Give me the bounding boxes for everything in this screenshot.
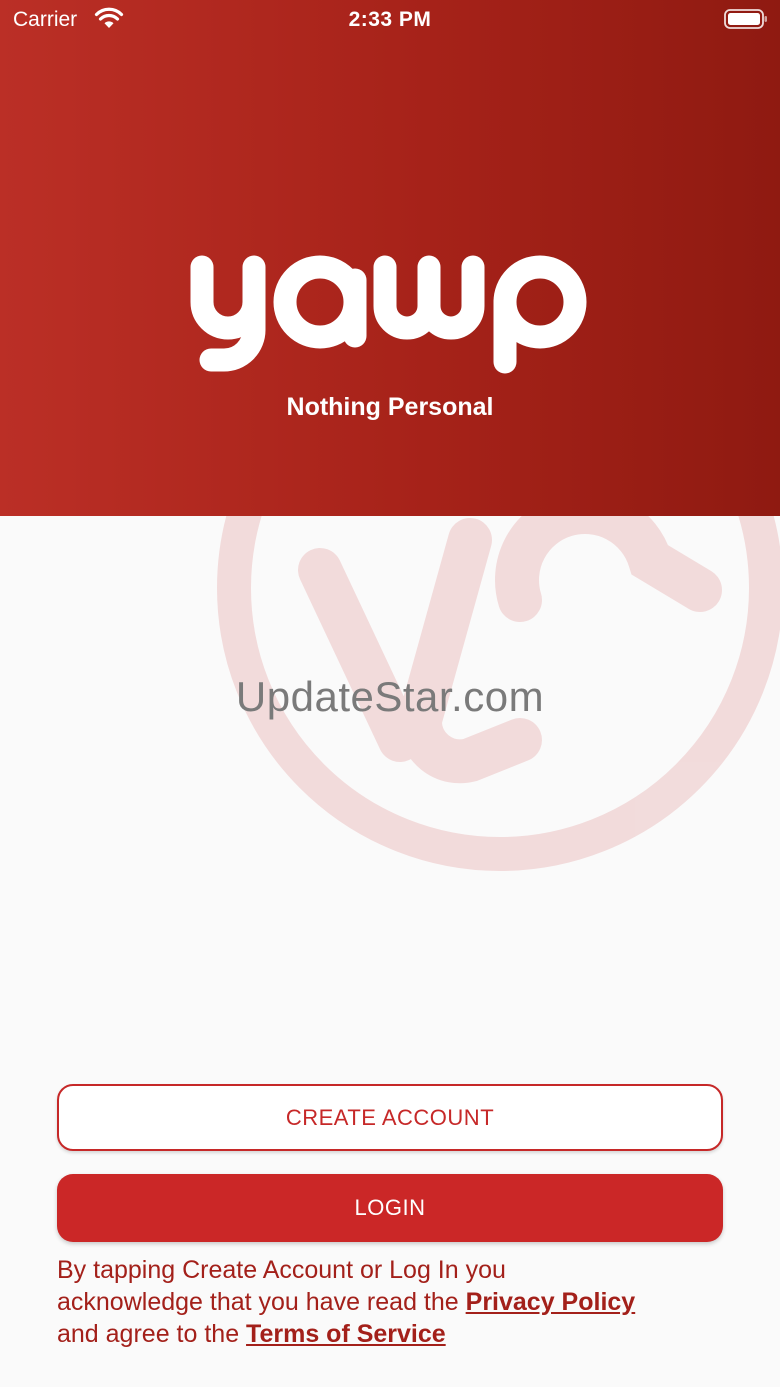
header-banner: Carrier 2:33 PM Nothing Personal bbox=[0, 0, 780, 516]
login-button[interactable]: LOGIN bbox=[57, 1174, 723, 1242]
status-bar: Carrier 2:33 PM bbox=[0, 0, 780, 40]
legal-line-3: and agree to the bbox=[57, 1320, 240, 1348]
legal-disclaimer: By tapping Create Account or Log In you … bbox=[57, 1254, 737, 1350]
privacy-policy-link[interactable]: Privacy Policy bbox=[466, 1288, 636, 1316]
tagline: Nothing Personal bbox=[286, 393, 494, 421]
create-account-button[interactable]: CREATE ACCOUNT bbox=[57, 1084, 723, 1151]
battery-icon bbox=[724, 9, 767, 29]
status-time: 2:33 PM bbox=[348, 8, 432, 31]
watermark-text: UpdateStar.com bbox=[235, 673, 545, 720]
legal-line-1: By tapping Create Account or Log In you bbox=[57, 1256, 506, 1284]
legal-line-2: acknowledge that you have read the bbox=[57, 1288, 459, 1316]
terms-of-service-link[interactable]: Terms of Service bbox=[246, 1320, 446, 1348]
yawp-logo bbox=[190, 255, 587, 374]
